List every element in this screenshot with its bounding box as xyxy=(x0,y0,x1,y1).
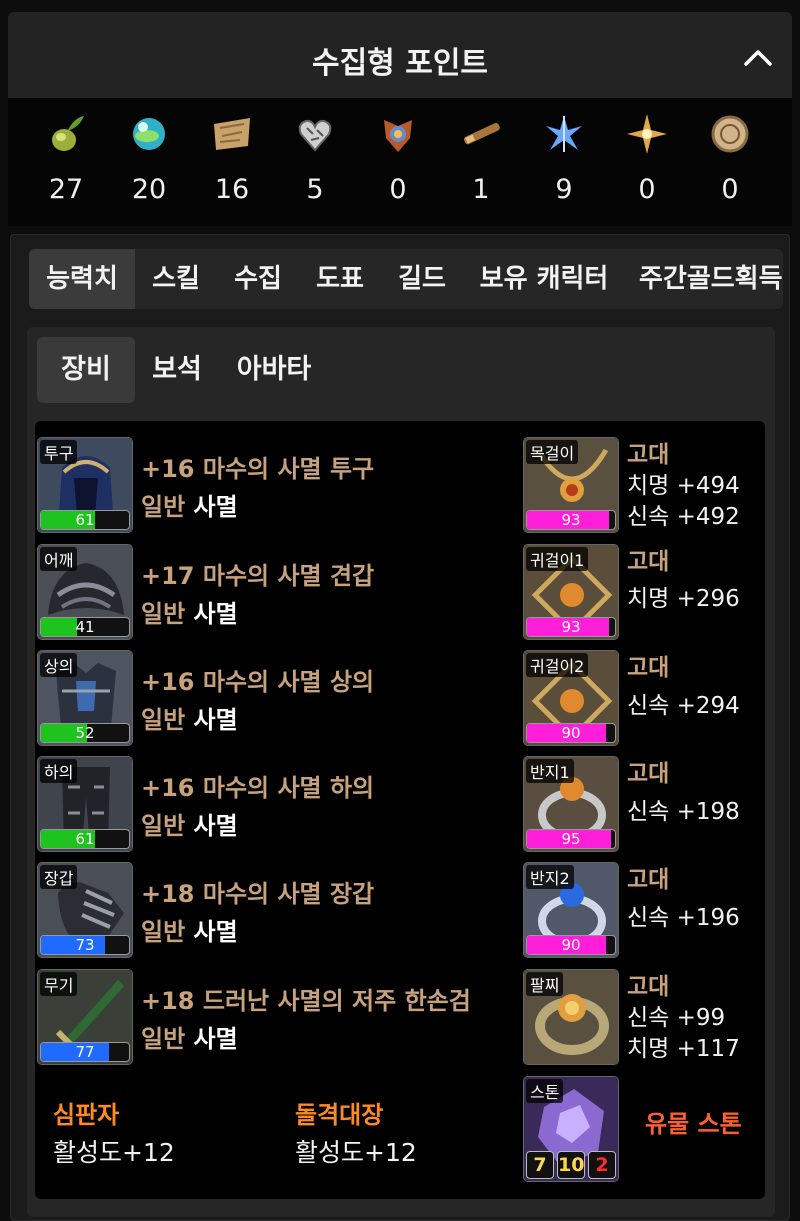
collection-item[interactable]: 27 xyxy=(36,112,96,205)
ability-stone-slot[interactable]: 스톤 7 10 2 xyxy=(523,1076,619,1182)
heart-icon xyxy=(298,119,332,152)
equipment-subpanel: 장비 보석 아바타 투구 61 +16 마수의 사멸 투구 일반 사멸 어깨 4… xyxy=(27,327,775,1217)
header-title: 수집형 포인트 xyxy=(311,46,489,81)
equipment-name: +18 드러난 사멸의 저주 한손검 xyxy=(141,987,471,1015)
leaf-icon xyxy=(546,116,582,152)
stone-grade-label: 유물 스톤 xyxy=(645,1110,742,1138)
equipment-slot-weapon[interactable]: 무기 77 xyxy=(37,969,133,1065)
accessory-grade: 고대 xyxy=(627,442,670,468)
equipment-name: +18 마수의 사멸 장갑 xyxy=(141,880,375,908)
collection-item[interactable]: 1 xyxy=(451,112,511,205)
collection-item[interactable]: 0 xyxy=(700,112,760,205)
stone-value-badge: 2 xyxy=(588,1151,616,1179)
quality-bar: 52 xyxy=(40,723,130,743)
quality-bar: 90 xyxy=(526,723,616,743)
accessory-grade: 고대 xyxy=(627,867,670,893)
telescope-icon xyxy=(463,122,500,145)
accessory-stat: 신속 +196 xyxy=(627,905,740,931)
accessory-slot-necklace[interactable]: 목걸이 93 xyxy=(523,437,619,533)
quality-bar: 61 xyxy=(40,829,130,849)
equipment-grade-set: 일반 사멸 xyxy=(141,706,238,734)
equipment-list: 투구 61 +16 마수의 사멸 투구 일반 사멸 어깨 41 +17 마수의 … xyxy=(35,421,765,1199)
tab-guild[interactable]: 길드 xyxy=(381,249,463,309)
accessory-stat: 치명 +494 xyxy=(627,473,740,499)
engraving-value: 활성도+12 xyxy=(53,1138,175,1167)
tab-collection[interactable]: 수집 xyxy=(217,249,299,309)
equipment-grade-set: 일반 사멸 xyxy=(141,493,238,521)
engraving-value: 활성도+12 xyxy=(295,1138,417,1167)
tab-skills[interactable]: 스킬 xyxy=(135,249,217,309)
accessory-stat: 치명 +117 xyxy=(627,1036,740,1062)
equipment-name: +17 마수의 사멸 견갑 xyxy=(141,562,375,590)
accessory-grade: 고대 xyxy=(627,761,670,787)
subtab-gems[interactable]: 보석 xyxy=(135,337,219,403)
tab-stats[interactable]: 능력치 xyxy=(29,249,135,309)
quality-bar: 77 xyxy=(40,1042,130,1062)
equipment-grade-set: 일반 사멸 xyxy=(141,812,238,840)
token-icon xyxy=(711,115,749,153)
accessory-stat: 치명 +296 xyxy=(627,586,740,612)
collection-item[interactable]: 20 xyxy=(119,112,179,205)
orb-icon xyxy=(133,118,165,150)
equipment-name: +16 마수의 사멸 상의 xyxy=(141,668,375,696)
equipment-slot-chest[interactable]: 상의 52 xyxy=(37,650,133,746)
quality-bar: 41 xyxy=(40,617,130,637)
engraving-name: 심판자 xyxy=(53,1101,120,1129)
equipment-slot-helmet[interactable]: 투구 61 xyxy=(37,437,133,533)
equipment-slot-pants[interactable]: 하의 61 xyxy=(37,756,133,852)
collection-item[interactable]: 9 xyxy=(534,112,594,205)
equipment-grade-set: 일반 사멸 xyxy=(141,1025,238,1053)
seed-icon xyxy=(52,116,84,151)
accessory-slot-earring1[interactable]: 귀걸이1 93 xyxy=(523,544,619,640)
equipment-slot-shoulder[interactable]: 어깨 41 xyxy=(37,544,133,640)
collection-points-bar: 27 20 16 5 0 1 9 0 0 xyxy=(8,98,792,226)
collection-item[interactable]: 0 xyxy=(368,112,428,205)
accessory-slot-bracelet[interactable]: 팔찌 xyxy=(523,969,619,1065)
equipment-name: +16 마수의 사멸 투구 xyxy=(141,455,375,483)
collection-item[interactable]: 5 xyxy=(285,112,345,205)
accessory-slot-ring1[interactable]: 반지1 95 xyxy=(523,756,619,852)
quality-bar: 73 xyxy=(40,935,130,955)
quality-bar: 95 xyxy=(526,829,616,849)
stone-value-badge: 7 xyxy=(526,1151,554,1179)
quality-bar: 90 xyxy=(526,935,616,955)
map-icon xyxy=(214,118,250,150)
tab-weekly-gold[interactable]: 주간골드획득 xyxy=(625,249,783,309)
quality-bar: 93 xyxy=(526,617,616,637)
equipment-grade-set: 일반 사멸 xyxy=(141,918,238,946)
accessory-grade: 고대 xyxy=(627,655,670,681)
chevron-up-icon[interactable] xyxy=(742,42,774,74)
accessory-slot-ring2[interactable]: 반지2 90 xyxy=(523,862,619,958)
quality-bar: 93 xyxy=(526,510,616,530)
tab-owned-characters[interactable]: 보유 캐릭터 xyxy=(463,249,625,309)
main-tabs: 능력치 스킬 수집 도표 길드 보유 캐릭터 주간골드획득 xyxy=(29,249,783,309)
collection-points-header[interactable]: 수집형 포인트 xyxy=(8,12,792,98)
collection-item[interactable]: 16 xyxy=(202,112,262,205)
accessory-stat: 신속 +198 xyxy=(627,799,740,825)
subtab-equipment[interactable]: 장비 xyxy=(37,337,135,403)
accessory-stat: 신속 +492 xyxy=(627,504,740,530)
tab-chart[interactable]: 도표 xyxy=(299,249,381,309)
character-info-panel: 능력치 스킬 수집 도표 길드 보유 캐릭터 주간골드획득 장비 보석 아바타 … xyxy=(10,234,790,1221)
stone-value-badge: 10 xyxy=(557,1151,585,1179)
accessory-stat: 신속 +294 xyxy=(627,693,740,719)
compass-icon xyxy=(627,114,667,154)
equipment-slot-gloves[interactable]: 장갑 73 xyxy=(37,862,133,958)
subtab-avatar[interactable]: 아바타 xyxy=(219,337,329,403)
accessory-grade: 고대 xyxy=(627,549,670,575)
quality-bar: 61 xyxy=(40,510,130,530)
accessory-slot-earring2[interactable]: 귀걸이2 90 xyxy=(523,650,619,746)
equipment-grade-set: 일반 사멸 xyxy=(141,600,238,628)
accessory-grade: 고대 xyxy=(627,974,670,1000)
collection-item[interactable]: 0 xyxy=(617,112,677,205)
equipment-name: +16 마수의 사멸 하의 xyxy=(141,774,375,802)
accessory-stat: 신속 +99 xyxy=(627,1005,726,1031)
engraving-name: 돌격대장 xyxy=(295,1101,384,1129)
statue-icon xyxy=(384,120,412,152)
